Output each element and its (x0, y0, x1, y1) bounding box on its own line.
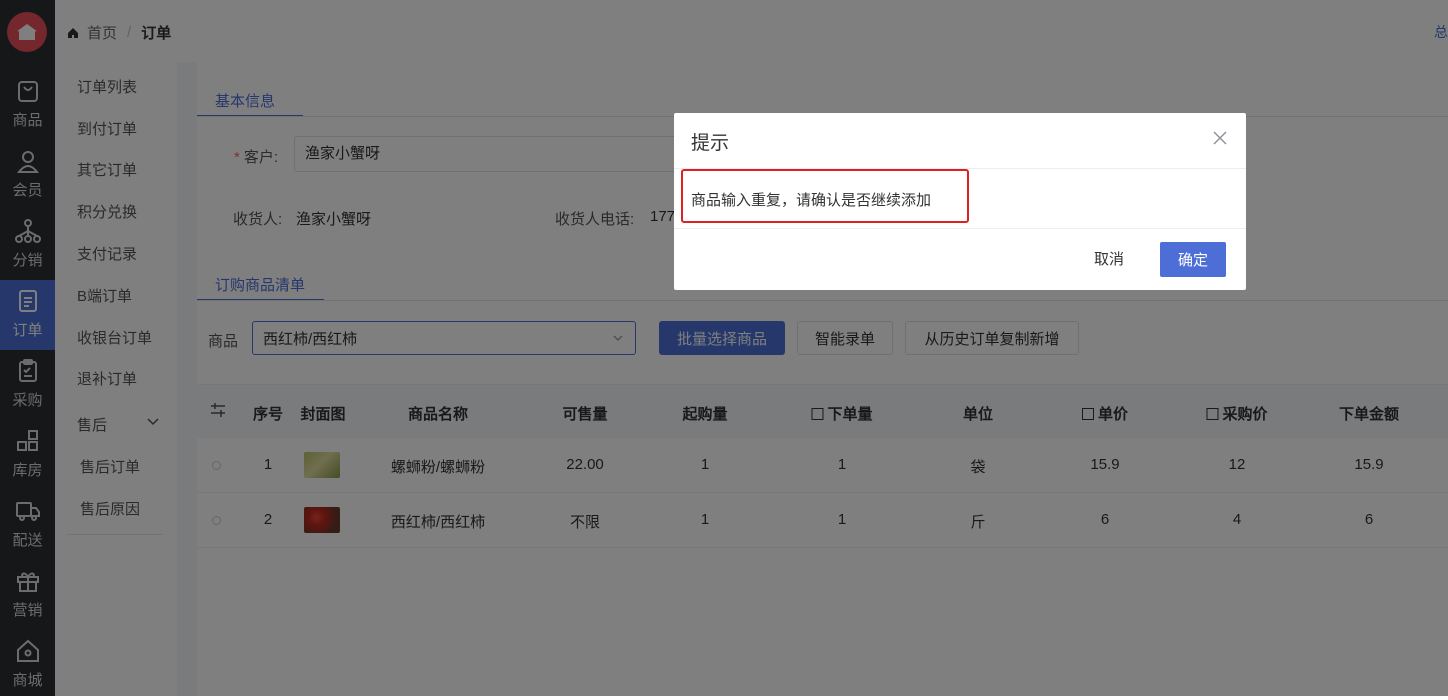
close-icon[interactable] (1212, 130, 1228, 146)
confirm-dialog: 提示 商品输入重复，请确认是否继续添加 取消 确定 (674, 113, 1246, 290)
dialog-message: 商品输入重复，请确认是否继续添加 (691, 192, 932, 209)
confirm-button[interactable]: 确定 (1160, 242, 1226, 277)
dialog-divider (674, 228, 1246, 229)
modal-overlay[interactable] (0, 0, 1448, 696)
cancel-button[interactable]: 取消 (1094, 248, 1124, 269)
dialog-title: 提示 (691, 133, 730, 154)
